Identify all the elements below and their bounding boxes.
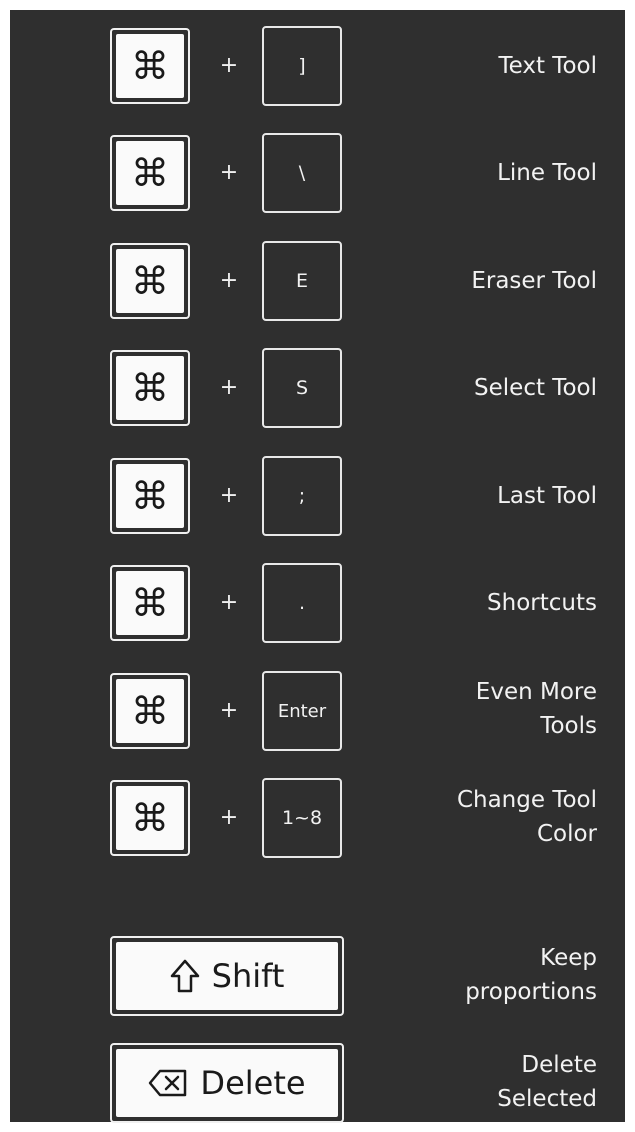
command-icon: ⌘ — [116, 34, 184, 98]
command-key: ⌘ — [110, 243, 190, 319]
shortcut-key: S — [262, 348, 342, 428]
command-key: ⌘ — [110, 458, 190, 534]
command-icon: ⌘ — [116, 679, 184, 743]
shortcut-row-eraser-tool: ⌘ + E Eraser Tool — [10, 241, 625, 321]
shortcut-key: \ — [262, 133, 342, 213]
shift-key: Shift — [110, 936, 344, 1016]
plus-sign: + — [219, 805, 239, 830]
shortcut-label: Select Tool — [474, 375, 597, 401]
shortcut-label: Delete Selected — [497, 1052, 597, 1112]
delete-key: Delete — [110, 1043, 344, 1123]
command-icon: ⌘ — [116, 464, 184, 528]
plus-sign: + — [219, 268, 239, 293]
shortcut-key: . — [262, 563, 342, 643]
shortcut-row-text-tool: ⌘ + ] Text Tool — [10, 26, 625, 106]
shortcut-row-select-tool: ⌘ + S Select Tool — [10, 348, 625, 428]
command-key: ⌘ — [110, 350, 190, 426]
shift-key-label: Shift — [211, 957, 285, 995]
shortcut-row-line-tool: ⌘ + \ Line Tool — [10, 133, 625, 213]
shortcut-row-keep-proportions: Shift Keep proportions — [10, 936, 625, 1016]
shortcut-key: ] — [262, 26, 342, 106]
shortcut-label: Line Tool — [497, 160, 597, 186]
shortcut-key: Enter — [262, 671, 342, 751]
command-icon: ⌘ — [116, 249, 184, 313]
plus-sign: + — [219, 160, 239, 185]
shortcut-key: E — [262, 241, 342, 321]
command-icon: ⌘ — [116, 356, 184, 420]
plus-sign: + — [219, 590, 239, 615]
shortcut-row-delete-selected: Delete Delete Selected — [10, 1043, 625, 1123]
shortcut-label: Shortcuts — [487, 590, 597, 616]
plus-sign: + — [219, 698, 239, 723]
shortcut-row-last-tool: ⌘ + ; Last Tool — [10, 456, 625, 536]
shortcut-label: Last Tool — [497, 483, 597, 509]
command-key: ⌘ — [110, 780, 190, 856]
plus-sign: + — [219, 375, 239, 400]
command-icon: ⌘ — [116, 786, 184, 850]
shortcut-key: 1~8 — [262, 778, 342, 858]
plus-sign: + — [219, 483, 239, 508]
shortcut-row-even-more-tools: ⌘ + Enter Even More Tools — [10, 671, 625, 751]
shortcut-label: Keep proportions — [465, 945, 597, 1005]
shortcut-cheatsheet: ⌘ + ] Text Tool ⌘ + \ Line Tool ⌘ + E Er… — [10, 10, 625, 1123]
delete-key-label: Delete — [200, 1064, 306, 1102]
command-icon: ⌘ — [116, 571, 184, 635]
shortcut-label: Text Tool — [498, 53, 597, 79]
shortcut-label: Eraser Tool — [471, 268, 597, 294]
shortcut-row-shortcuts: ⌘ + . Shortcuts — [10, 563, 625, 643]
shortcut-label: Even More Tools — [475, 679, 597, 739]
shift-arrow-icon — [170, 959, 200, 993]
command-key: ⌘ — [110, 135, 190, 211]
command-key: ⌘ — [110, 565, 190, 641]
command-key: ⌘ — [110, 28, 190, 104]
plus-sign: + — [219, 53, 239, 78]
shortcut-label: Change Tool Color — [456, 787, 597, 847]
shortcut-key: ; — [262, 456, 342, 536]
shortcut-row-change-tool-color: ⌘ + 1~8 Change Tool Color — [10, 778, 625, 858]
delete-backspace-icon — [148, 1068, 188, 1098]
command-icon: ⌘ — [116, 141, 184, 205]
command-key: ⌘ — [110, 673, 190, 749]
